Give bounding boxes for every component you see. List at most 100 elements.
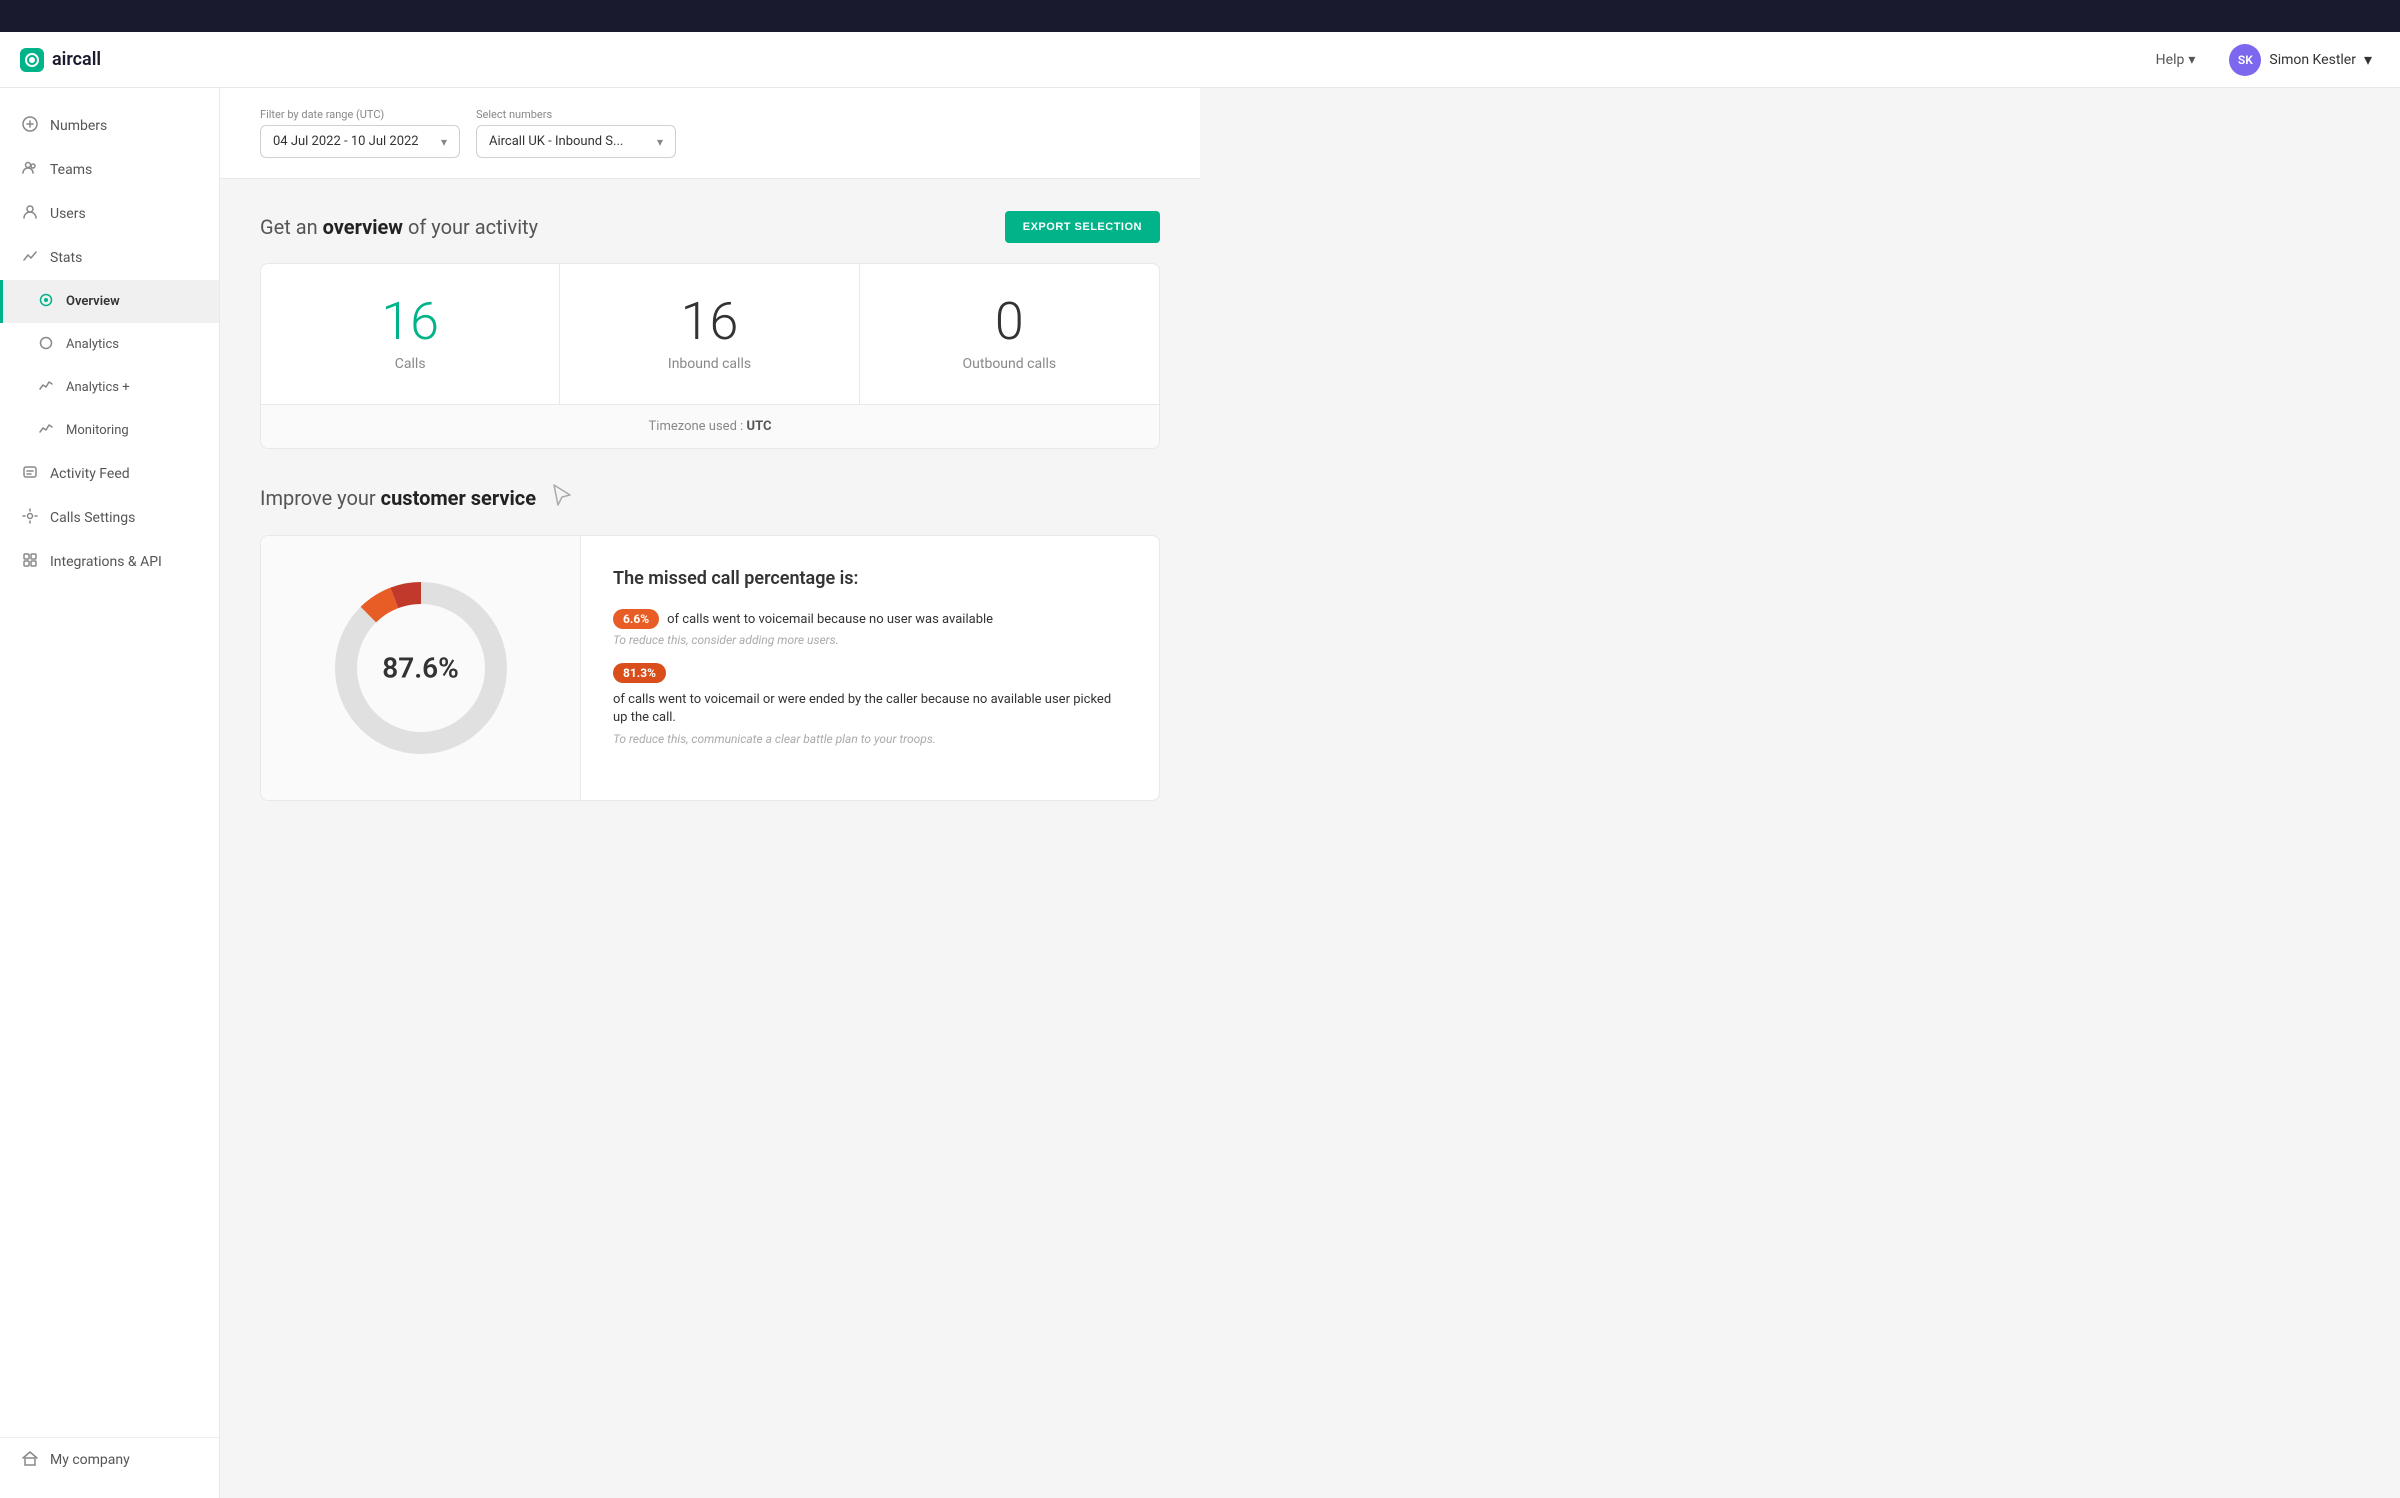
analytics-plus-icon <box>36 378 56 397</box>
sidebar-label-teams: Teams <box>50 162 92 178</box>
activity-feed-icon <box>20 464 40 484</box>
sidebar-label-calls-settings: Calls Settings <box>50 510 135 526</box>
overview-title-bold: overview <box>323 215 403 239</box>
numbers-icon <box>20 116 40 136</box>
sidebar-item-activity-feed[interactable]: Activity Feed <box>0 452 219 496</box>
numbers-select[interactable]: Aircall UK - Inbound S... ▾ <box>476 125 676 158</box>
content-area: Get an overview of your activity EXPORT … <box>220 179 1200 833</box>
stat-calls: 16 Calls <box>261 264 560 404</box>
users-icon <box>20 204 40 224</box>
stat-badge-row-1: 6.6% of calls went to voicemail because … <box>613 609 1127 647</box>
overview-title-suffix: of your activity <box>403 215 538 239</box>
calls-settings-icon <box>20 508 40 528</box>
sidebar-item-overview[interactable]: Overview <box>0 280 219 323</box>
sidebar-label-integrations: Integrations & API <box>50 554 162 570</box>
sidebar-item-monitoring[interactable]: Monitoring <box>0 409 219 452</box>
badge-2: 81.3% <box>613 663 666 683</box>
sidebar-label-monitoring: Monitoring <box>66 423 129 438</box>
logo-area: aircall <box>20 48 101 72</box>
donut-center: 87.6% <box>382 652 459 685</box>
sidebar-item-integrations-api[interactable]: Integrations & API <box>0 540 219 584</box>
sidebar-item-calls-settings[interactable]: Calls Settings <box>0 496 219 540</box>
stat-outbound: 0 Outbound calls <box>860 264 1159 404</box>
sidebar-bottom: My company <box>0 1437 219 1482</box>
sidebar-item-analytics-plus[interactable]: Analytics + <box>0 366 219 409</box>
timezone-bar: Timezone used : UTC <box>261 404 1159 448</box>
user-chevron: ▾ <box>2364 50 2372 69</box>
sidebar-item-my-company[interactable]: My company <box>0 1438 219 1482</box>
sidebar-label-activity-feed: Activity Feed <box>50 466 130 482</box>
sidebar-item-teams[interactable]: Teams <box>0 148 219 192</box>
analytics-icon <box>36 335 56 354</box>
topbar <box>0 0 2400 32</box>
date-range-chevron: ▾ <box>441 135 447 149</box>
header-right: Help ▾ SK Simon Kestler ▾ <box>2146 40 2380 80</box>
help-chevron: ▾ <box>2188 52 2195 68</box>
stat-calls-label: Calls <box>281 356 539 372</box>
stat2-text: of calls went to voicemail or were ended… <box>613 691 1127 727</box>
sidebar-label-numbers: Numbers <box>50 118 107 134</box>
sidebar-label-analytics: Analytics <box>66 337 119 352</box>
sidebar-item-users[interactable]: Users <box>0 192 219 236</box>
user-area[interactable]: SK Simon Kestler ▾ <box>2221 40 2380 80</box>
date-range-value: 04 Jul 2022 - 10 Jul 2022 <box>273 134 419 149</box>
export-button[interactable]: EXPORT SELECTION <box>1005 211 1160 243</box>
donut-container: 87.6% <box>261 536 581 800</box>
donut-chart: 87.6% <box>321 568 521 768</box>
sidebar-label-analytics-plus: Analytics + <box>66 380 130 395</box>
customer-service-bold: customer service <box>381 486 536 510</box>
customer-service-card: 87.6% The missed call percentage is: 6.6… <box>260 535 1160 801</box>
avatar: SK <box>2229 44 2261 76</box>
stats-card: 16 Calls 16 Inbound calls 0 Outbound cal… <box>260 263 1160 449</box>
numbers-label: Select numbers <box>476 108 676 121</box>
sidebar-label-overview: Overview <box>66 294 120 309</box>
missed-call-title: The missed call percentage is: <box>613 568 1127 589</box>
stat-outbound-value: 0 <box>880 296 1139 348</box>
customer-service-title: Improve your customer service <box>260 481 1160 515</box>
sidebar-item-analytics[interactable]: Analytics <box>0 323 219 366</box>
stat1-hint: To reduce this, consider adding more use… <box>613 633 993 647</box>
sidebar-item-numbers[interactable]: Numbers <box>0 104 219 148</box>
stats-icon <box>20 248 40 268</box>
numbers-value: Aircall UK - Inbound S... <box>489 134 623 149</box>
badge-1: 6.6% <box>613 609 659 629</box>
help-button[interactable]: Help ▾ <box>2146 46 2206 74</box>
date-range-select[interactable]: 04 Jul 2022 - 10 Jul 2022 ▾ <box>260 125 460 158</box>
logo-text: aircall <box>52 49 101 70</box>
teams-icon <box>20 160 40 180</box>
donut-percentage: 87.6% <box>382 652 459 685</box>
sidebar-label-my-company: My company <box>50 1452 130 1468</box>
sidebar: Numbers Teams Users Stats Overview Analy… <box>0 88 220 1498</box>
aircall-logo-icon <box>20 48 44 72</box>
monitoring-icon <box>36 421 56 440</box>
header: aircall Help ▾ SK Simon Kestler ▾ <box>0 32 2400 88</box>
main-content: Filter by date range (UTC) 04 Jul 2022 -… <box>220 88 1200 1498</box>
stats-row: 16 Calls 16 Inbound calls 0 Outbound cal… <box>261 264 1159 404</box>
integrations-api-icon <box>20 552 40 572</box>
stat-outbound-label: Outbound calls <box>880 356 1139 372</box>
customer-service-prefix: Improve your <box>260 486 381 510</box>
sidebar-item-stats[interactable]: Stats <box>0 236 219 280</box>
my-company-icon <box>20 1450 40 1470</box>
overview-section-title: Get an overview of your activity EXPORT … <box>260 211 1160 243</box>
stat2-hint: To reduce this, communicate a clear batt… <box>613 732 1127 746</box>
timezone-value: UTC <box>747 419 772 434</box>
stat-badge-row-2: 81.3% of calls went to voicemail or were… <box>613 663 1127 745</box>
user-name: Simon Kestler <box>2269 52 2356 68</box>
help-label: Help <box>2156 52 2185 68</box>
sidebar-label-stats: Stats <box>50 250 82 266</box>
timezone-label: Timezone used : <box>649 419 747 434</box>
stat-inbound-value: 16 <box>580 296 838 348</box>
sidebar-label-users: Users <box>50 206 86 222</box>
cursor-icon <box>548 481 576 515</box>
stat-inbound-label: Inbound calls <box>580 356 838 372</box>
filters-bar: Filter by date range (UTC) 04 Jul 2022 -… <box>220 88 1200 179</box>
overview-title-prefix: Get an <box>260 215 323 239</box>
date-range-filter: Filter by date range (UTC) 04 Jul 2022 -… <box>260 108 460 158</box>
stat1-text: of calls went to voicemail because no us… <box>667 611 993 629</box>
stat-inbound: 16 Inbound calls <box>560 264 859 404</box>
stat-calls-value: 16 <box>281 296 539 348</box>
numbers-filter: Select numbers Aircall UK - Inbound S...… <box>476 108 676 158</box>
numbers-chevron: ▾ <box>657 135 663 149</box>
overview-icon <box>36 292 56 311</box>
